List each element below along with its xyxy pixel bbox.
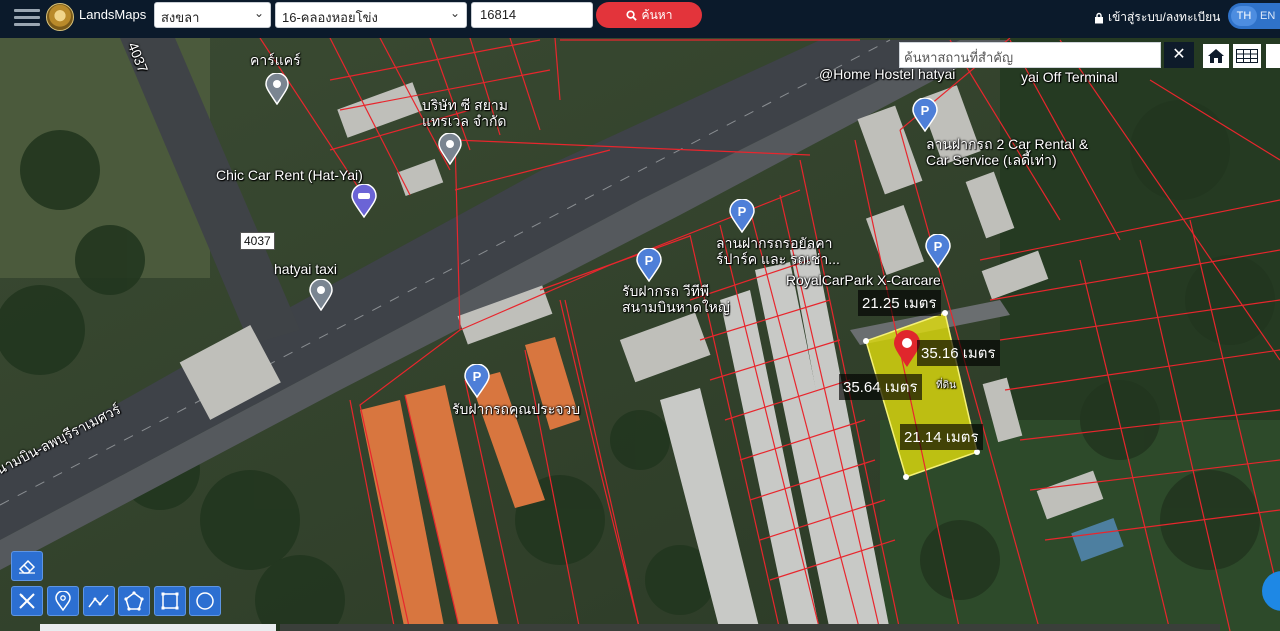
satellite-layer: [0, 38, 1280, 631]
parking-pin-icon[interactable]: P: [636, 248, 662, 282]
svg-text:P: P: [473, 369, 482, 384]
parking-pin-icon[interactable]: P: [925, 234, 951, 268]
poi-label: รับฝากรถ วีทีพี: [622, 283, 710, 299]
district-select[interactable]: 16-คลองหอยโข่ง ⌄: [275, 2, 467, 28]
search-button[interactable]: ค้นหา: [596, 2, 702, 28]
basemap-button[interactable]: [1233, 44, 1261, 68]
login-link[interactable]: เข้าสู่ระบบ/ลงทะเบียน: [1094, 8, 1220, 27]
province-select[interactable]: สงขลา ⌄: [154, 2, 271, 28]
circle-tool[interactable]: [189, 586, 221, 616]
map-view[interactable]: P P P P P คาร์แคร์ บริษัท ซี สยาม แทรเวล…: [0, 38, 1280, 631]
poi-label: ลานฝากรถรอยัลคา: [716, 235, 833, 251]
measurement-left: 35.64 เมตร: [839, 374, 922, 400]
menu-icon[interactable]: [14, 6, 40, 30]
language-toggle[interactable]: TH EN: [1228, 3, 1280, 29]
parking-pin-icon[interactable]: P: [912, 98, 938, 132]
measure-tool[interactable]: [11, 586, 43, 616]
province-value: สงขลา: [161, 10, 200, 25]
measurement-top: 21.25 เมตร: [858, 290, 941, 316]
circle-icon: [196, 592, 214, 610]
poi-label: ลานฝากรถ 2 Car Rental &: [926, 136, 1089, 152]
district-value: 16-คลองหอยโข่ง: [282, 10, 378, 25]
measurement-bottom: 21.14 เมตร: [900, 424, 983, 450]
marker-tool[interactable]: [47, 586, 79, 616]
poi-label: yai Off Terminal: [1021, 69, 1118, 85]
location-pin-icon[interactable]: [438, 133, 462, 165]
measurement-right: 35.16 เมตร: [917, 340, 1000, 366]
svg-text:P: P: [738, 204, 747, 219]
poi-label: รับฝากรถคุณประจวบ: [452, 401, 581, 417]
poi-label: ร์ปาร์ค และ รถเช่า...: [716, 251, 840, 267]
home-icon: [1208, 49, 1224, 63]
poi-label: @Home Hostel hatyai: [819, 66, 956, 82]
landsmaps-logo: [46, 3, 74, 31]
chevron-down-icon: ⌄: [253, 6, 264, 20]
attribution-bar: [280, 624, 1220, 631]
poi-label: Car Service (เลดี้เท่า): [926, 152, 1057, 168]
polygon-icon: [124, 591, 144, 611]
home-button[interactable]: [1203, 44, 1229, 68]
car-rental-pin-icon[interactable]: [351, 184, 377, 218]
line-tool[interactable]: [83, 586, 115, 616]
poi-label: บริษัท ซี สยาม: [422, 97, 508, 113]
eraser-icon: [18, 559, 36, 574]
poi-label: สนามบินหาดใหญ่: [622, 299, 730, 315]
parcel-number-input[interactable]: 16814: [471, 2, 593, 28]
scale-bar: [40, 624, 276, 631]
polyline-icon: [88, 594, 109, 608]
eraser-tool[interactable]: [11, 551, 43, 581]
poi-label: RoyalCarPark X-Carcare: [786, 272, 941, 288]
parking-pin-icon[interactable]: P: [464, 364, 490, 398]
land-tag-label: ที่ดิน: [936, 380, 956, 391]
grid-icon: [1236, 49, 1258, 63]
parking-pin-icon[interactable]: P: [729, 199, 755, 233]
svg-text:P: P: [921, 103, 930, 118]
search-button-label: ค้นหา: [641, 7, 673, 22]
poi-label: คาร์แคร์: [250, 52, 301, 68]
location-pin-icon[interactable]: [265, 73, 289, 105]
login-label: เข้าสู่ระบบ/ลงทะเบียน: [1108, 10, 1221, 24]
lang-en[interactable]: EN: [1260, 6, 1275, 26]
place-search-input[interactable]: ค้นหาสถานที่สำคัญ: [899, 42, 1161, 68]
lang-th[interactable]: TH: [1231, 6, 1257, 26]
road-number-label: 4037: [240, 232, 275, 250]
search-icon: [626, 9, 637, 21]
poi-label: Chic Car Rent (Hat-Yai): [216, 167, 363, 183]
close-icon[interactable]: ✕: [1164, 42, 1194, 68]
top-bar: LandsMaps สงขลา ⌄ 16-คลองหอยโข่ง ⌄ 16814…: [0, 0, 1280, 38]
pin-icon: [55, 591, 71, 611]
lock-icon: [1095, 12, 1103, 23]
ruler-icon: [19, 593, 35, 609]
location-pin-icon[interactable]: [309, 279, 333, 311]
app-name: LandsMaps: [79, 7, 147, 22]
polygon-tool[interactable]: [118, 586, 150, 616]
chevron-down-icon: ⌄: [449, 6, 460, 20]
rectangle-icon: [161, 592, 179, 610]
svg-text:P: P: [934, 239, 943, 254]
poi-label: แทรเวล จำกัด: [422, 113, 507, 129]
rectangle-tool[interactable]: [154, 586, 186, 616]
svg-text:P: P: [645, 253, 654, 268]
more-button[interactable]: [1266, 44, 1280, 68]
poi-label: hatyai taxi: [274, 261, 338, 277]
